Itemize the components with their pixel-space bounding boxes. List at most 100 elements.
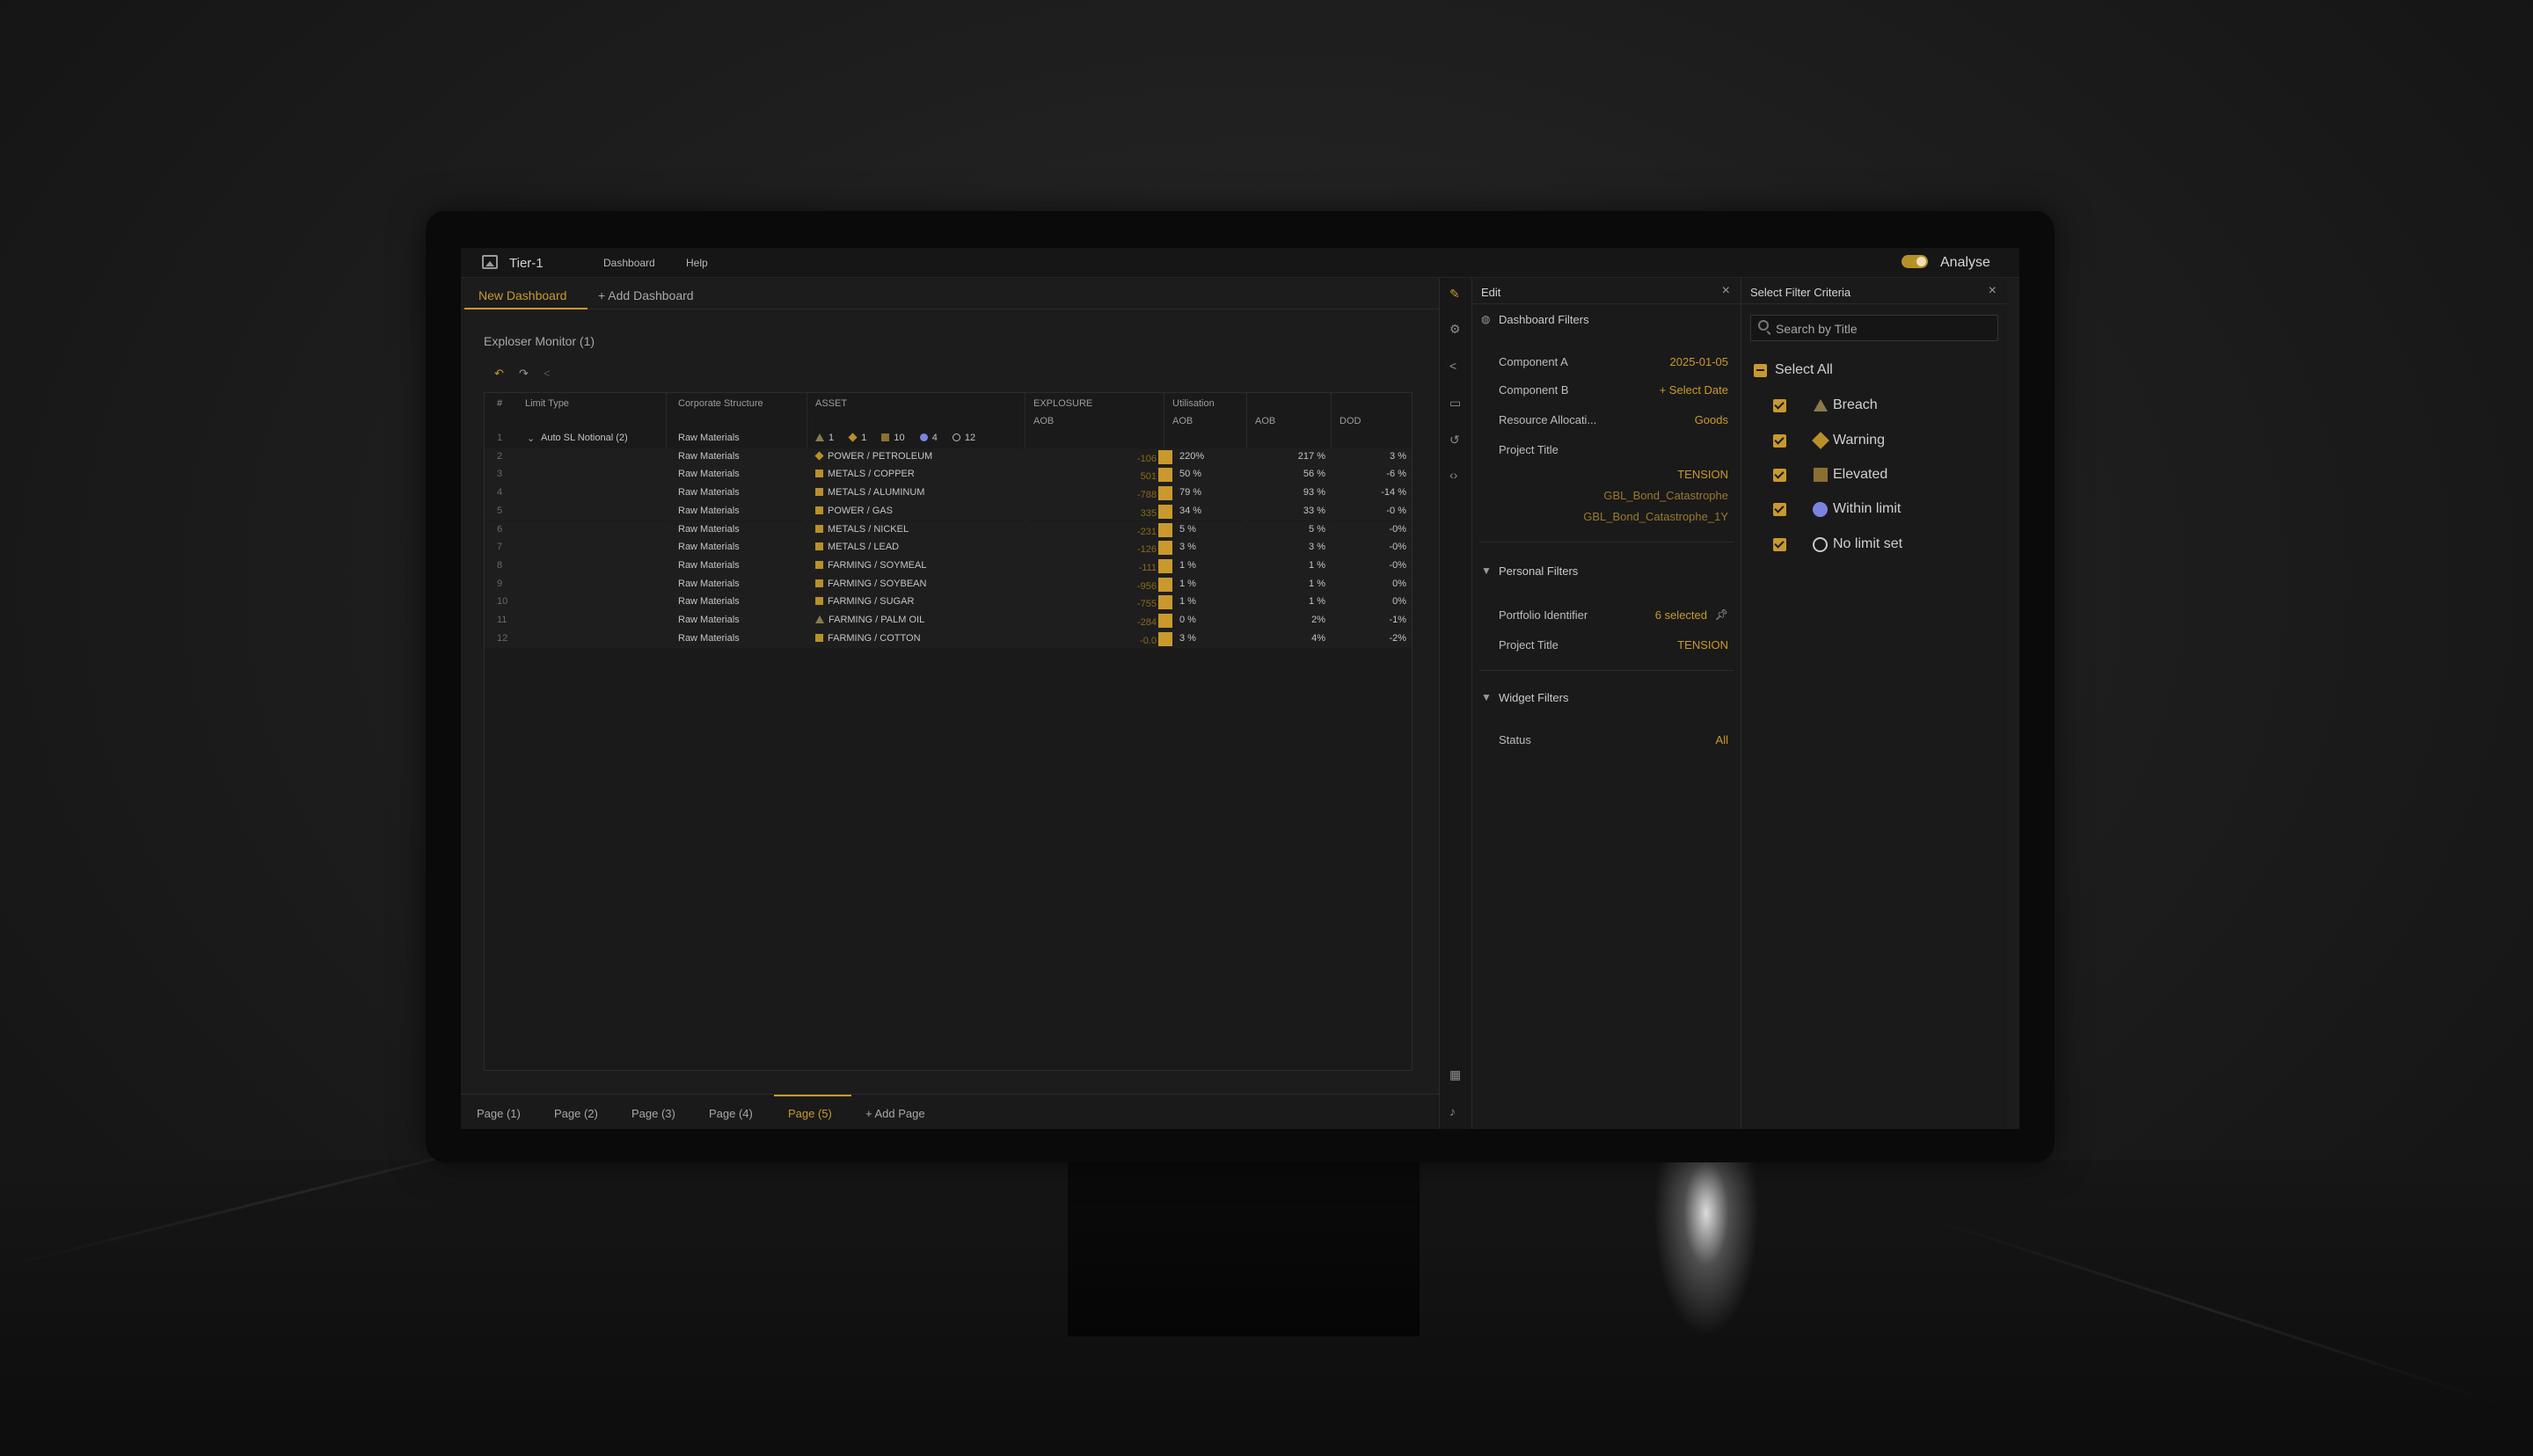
personal-project-title-value[interactable]: TENSION [1677, 638, 1728, 652]
redo-icon[interactable]: ↷ [519, 367, 529, 381]
col-corporate-structure[interactable]: Corporate Structure [678, 398, 763, 409]
monitor-icon[interactable]: ▭ [1449, 396, 1461, 411]
asset-name: POWER / PETROLEUM [828, 450, 933, 462]
dashboard-filters-title[interactable]: Dashboard Filters [1499, 313, 1589, 326]
menu-help[interactable]: Help [686, 257, 708, 269]
col-dod[interactable]: DOD [1339, 416, 1361, 426]
col-exposure[interactable]: EXPLOSURE [1033, 398, 1092, 409]
col-aob[interactable]: AOB [1255, 416, 1275, 426]
select-date-button[interactable]: + Select Date [1660, 383, 1728, 397]
undo-icon[interactable]: ↶ [494, 367, 504, 381]
utilisation-value: 1 % [1179, 596, 1196, 608]
table-row[interactable]: 6 Raw Materials METALS / NICKEL -231 5 % 5 % -… [485, 521, 1412, 540]
exposure-bar [1158, 631, 1172, 646]
exposure-value: -111 [1138, 562, 1157, 573]
elevated-label[interactable]: Elevated [1833, 467, 1887, 483]
active-page-indicator [774, 1095, 851, 1096]
square-icon [1814, 468, 1828, 482]
exposure-bar [1158, 522, 1172, 537]
elevated-checkbox[interactable] [1773, 469, 1786, 482]
no-limit-label[interactable]: No limit set [1833, 536, 1902, 552]
grid-icon[interactable]: ▦ [1449, 1067, 1461, 1082]
history-icon[interactable]: ↺ [1449, 433, 1460, 448]
close-icon[interactable]: × [1722, 283, 1730, 299]
bell-icon[interactable]: ♪ [1449, 1104, 1456, 1118]
project-title-value[interactable]: TENSION [1677, 468, 1728, 481]
chevron-down-icon[interactable]: ⌄ [527, 433, 535, 444]
warning-label[interactable]: Warning [1833, 433, 1885, 448]
exposure-value: 335 [1140, 507, 1157, 519]
resource-allocation-value[interactable]: Goods [1695, 413, 1728, 426]
select-all-checkbox[interactable] [1754, 364, 1767, 377]
table-row[interactable]: 7 Raw Materials METALS / LEAD -126 3 % 3 % -0% [485, 539, 1412, 557]
filter-criteria-panel: Select Filter Criteria × Select All Brea… [1741, 278, 2007, 1129]
tab-page-4[interactable]: Page (4) [709, 1107, 753, 1120]
corporate-structure: Raw Materials [678, 450, 740, 462]
table-row[interactable]: 8 Raw Materials FARMING / SOYMEAL -111 1 % 1 … [485, 557, 1412, 576]
row-number: 1 [497, 433, 503, 443]
breach-checkbox[interactable] [1773, 399, 1786, 412]
table-row[interactable]: 4 Raw Materials METALS / ALUMINUM -788 79 % 9… [485, 484, 1412, 503]
analyse-toggle[interactable] [1902, 255, 1928, 268]
row-number: 5 [497, 505, 503, 516]
tab-page-3[interactable]: Page (3) [631, 1107, 675, 1120]
col-utilisation[interactable]: Utilisation [1172, 398, 1215, 409]
close-icon[interactable]: × [1989, 283, 1996, 299]
share-icon[interactable]: < [1449, 359, 1456, 373]
filter-panel-title: Select Filter Criteria [1750, 286, 1851, 299]
component-a-value[interactable]: 2025-01-05 [1670, 355, 1729, 368]
square-icon [815, 579, 823, 587]
tab-page-5[interactable]: Page (5) [788, 1107, 832, 1120]
component-a-label: Component A [1499, 355, 1568, 368]
exposure-cell: -126 [1025, 542, 1157, 555]
breach-label[interactable]: Breach [1833, 397, 1878, 413]
add-page-button[interactable]: + Add Page [865, 1107, 925, 1120]
tab-new-dashboard[interactable]: New Dashboard [478, 288, 566, 302]
dod-value: 0% [1392, 578, 1406, 589]
floor-light [1653, 1161, 1759, 1336]
warning-checkbox[interactable] [1773, 434, 1786, 448]
portfolio-identifier-value[interactable]: 6 selected [1655, 608, 1707, 622]
table-row[interactable]: 10 Raw Materials FARMING / SUGAR -755 1 % 1 %… [485, 593, 1412, 612]
status-counts: 1 1 10 4 12 [815, 433, 988, 443]
no-limit-checkbox[interactable] [1773, 538, 1786, 551]
menu-dashboard[interactable]: Dashboard [603, 257, 655, 269]
status-value[interactable]: All [1716, 733, 1728, 746]
col-asset[interactable]: ASSET [815, 398, 847, 409]
dod-value: -0% [1389, 559, 1406, 571]
table-row[interactable]: 2 Raw Materials POWER / PETROLEUM -106 220% 2… [485, 448, 1412, 467]
filter-circle-icon: ◍ [1481, 313, 1491, 325]
circle-icon [919, 433, 928, 441]
widget-title: Exploser Monitor (1) [484, 334, 595, 348]
table-row-summary[interactable]: 1 ⌄ Auto SL Notional (2) Raw Materials 1… [485, 430, 1412, 448]
code-icon[interactable]: ‹› [1449, 468, 1457, 482]
project-title-value[interactable]: GBL_Bond_Catastrophe_1Y [1583, 510, 1728, 523]
exposure-cell: -111 [1025, 560, 1157, 573]
table-row[interactable]: 5 Raw Materials POWER / GAS 335 34 % 33 % -0 % [485, 502, 1412, 521]
table-row[interactable]: 3 Raw Materials METALS / COPPER 501 50 % 56 %… [485, 466, 1412, 485]
page-tabs: Page (1) Page (2) Page (3) Page (4) Page… [461, 1094, 1439, 1129]
exposure-bar [1158, 614, 1172, 628]
within-limit-label[interactable]: Within limit [1833, 501, 1901, 517]
project-title-value[interactable]: GBL_Bond_Catastrophe [1603, 489, 1728, 502]
circle-icon [1813, 502, 1828, 517]
asset-cell: FARMING / SOYBEAN [815, 579, 926, 589]
personal-filters-title[interactable]: Personal Filters [1499, 564, 1578, 578]
search-input[interactable] [1776, 321, 1987, 337]
widget-filters-title[interactable]: Widget Filters [1499, 691, 1568, 704]
table-row[interactable]: 11 Raw Materials FARMING / PALM OIL -284 0 %… [485, 612, 1412, 630]
within-limit-checkbox[interactable] [1773, 503, 1786, 516]
tab-page-1[interactable]: Page (1) [477, 1107, 521, 1120]
filter-icon: ▼ [1481, 691, 1492, 703]
add-dashboard-button[interactable]: + Add Dashboard [598, 288, 694, 302]
share-icon[interactable]: < [544, 367, 551, 380]
asset-cell: METALS / COPPER [815, 469, 915, 479]
col-limit-type[interactable]: Limit Type [525, 398, 569, 409]
settings-icon[interactable]: ⚙ [1449, 322, 1461, 337]
tab-page-2[interactable]: Page (2) [554, 1107, 598, 1120]
table-row[interactable]: 12 Raw Materials FARMING / COTTON -0.0 3 % 4%… [485, 630, 1412, 649]
pin-icon[interactable]: 📌︎ [1715, 608, 1728, 621]
select-all-label[interactable]: Select All [1775, 362, 1833, 378]
table-row[interactable]: 9 Raw Materials FARMING / SOYBEAN -956 1 % 1 … [485, 575, 1412, 594]
pencil-icon[interactable]: ✎ [1449, 287, 1460, 302]
